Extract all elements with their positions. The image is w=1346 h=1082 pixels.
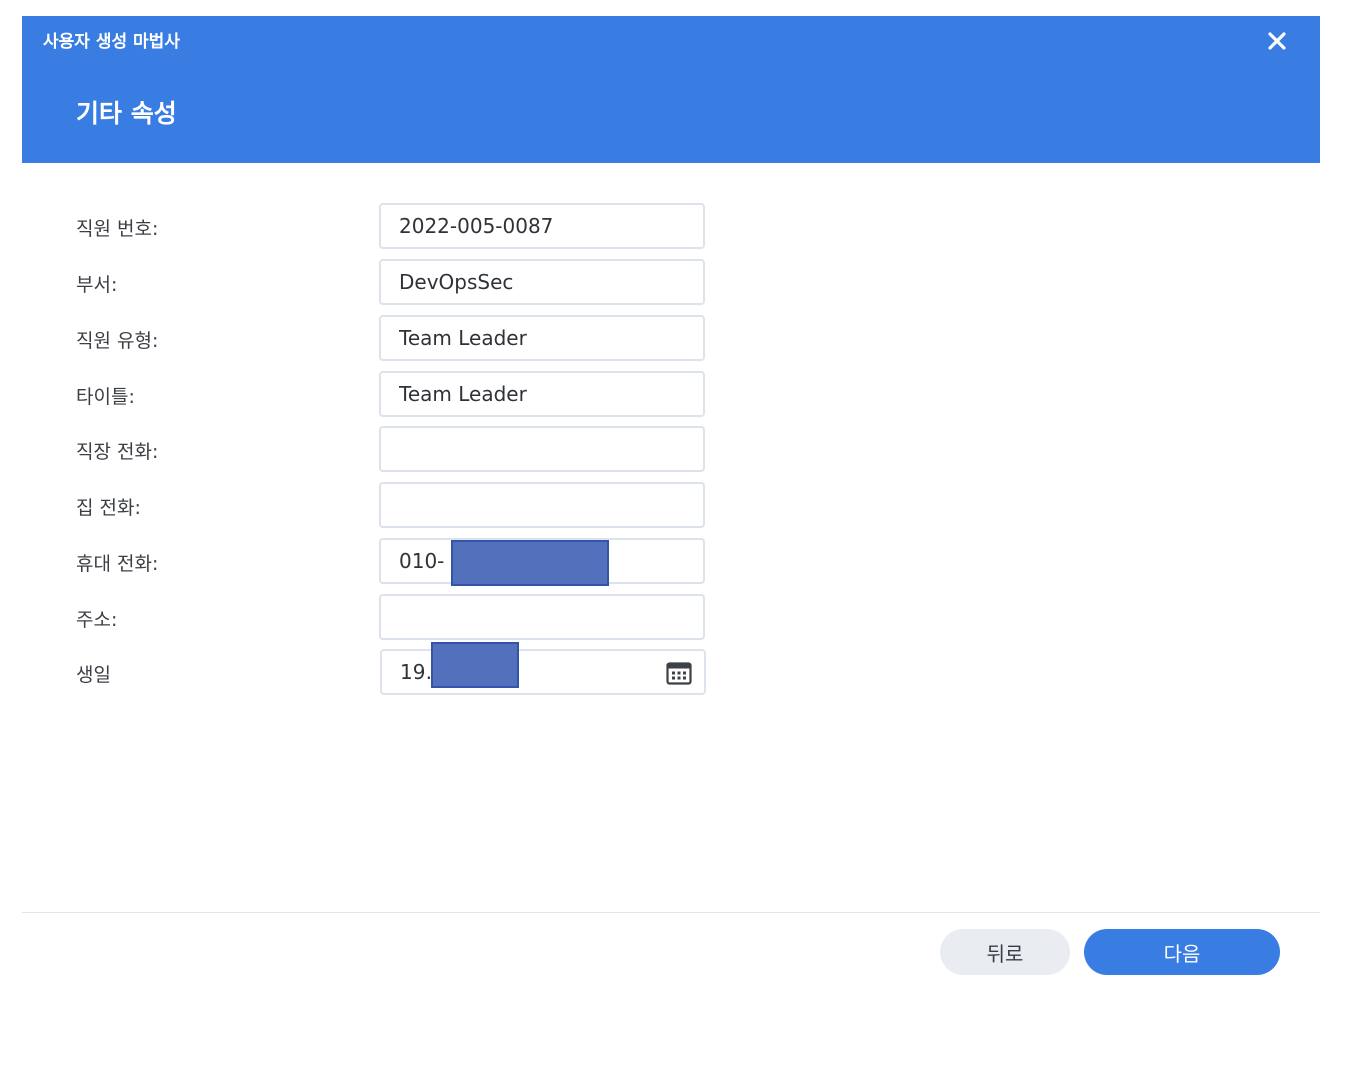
mobile-phone-row: 휴대 전화: bbox=[22, 538, 822, 584]
close-icon bbox=[1268, 32, 1286, 50]
title-input[interactable] bbox=[381, 373, 689, 415]
step-title: 기타 속성 bbox=[76, 99, 177, 128]
calendar-icon[interactable] bbox=[666, 661, 692, 685]
next-button[interactable]: 다음 bbox=[1084, 929, 1280, 975]
employee-type-label: 직원 유형: bbox=[76, 330, 159, 352]
redaction-box bbox=[431, 642, 519, 688]
close-button[interactable] bbox=[1262, 26, 1292, 56]
employee-type-field bbox=[379, 315, 705, 361]
department-row: 부서: bbox=[22, 259, 822, 305]
footer-divider bbox=[22, 912, 1320, 913]
work-phone-input[interactable] bbox=[381, 428, 689, 470]
mobile-phone-label: 휴대 전화: bbox=[76, 553, 159, 575]
redaction-box bbox=[451, 540, 609, 586]
home-phone-row: 집 전화: bbox=[22, 482, 822, 528]
work-phone-label: 직장 전화: bbox=[76, 441, 159, 463]
home-phone-field bbox=[379, 482, 705, 528]
title-row: 타이틀: bbox=[22, 371, 822, 417]
employee-type-row: 직원 유형: bbox=[22, 315, 822, 361]
home-phone-label: 집 전화: bbox=[76, 497, 141, 519]
address-input[interactable] bbox=[381, 596, 689, 638]
employee-number-field bbox=[379, 203, 705, 249]
department-input[interactable] bbox=[381, 261, 689, 303]
back-button[interactable]: 뒤로 bbox=[940, 929, 1070, 975]
employee-number-label: 직원 번호: bbox=[76, 218, 159, 240]
address-field bbox=[379, 594, 705, 640]
wizard-title: 사용자 생성 마법사 bbox=[43, 32, 180, 52]
address-label: 주소: bbox=[76, 609, 118, 631]
dialog-header: 사용자 생성 마법사 기타 속성 bbox=[22, 16, 1320, 163]
user-creation-wizard-dialog: 사용자 생성 마법사 기타 속성 직원 번호: 부서: 직원 유형: 타이틀: bbox=[22, 16, 1320, 1082]
employee-number-row: 직원 번호: bbox=[22, 203, 822, 249]
birthday-input[interactable] bbox=[382, 651, 660, 693]
department-label: 부서: bbox=[76, 274, 118, 296]
address-row: 주소: bbox=[22, 594, 822, 640]
department-field bbox=[379, 259, 705, 305]
title-label: 타이틀: bbox=[76, 386, 135, 408]
work-phone-field bbox=[379, 426, 705, 472]
work-phone-row: 직장 전화: bbox=[22, 426, 822, 472]
birthday-field bbox=[380, 649, 706, 695]
birthday-row: 생일 bbox=[22, 649, 822, 695]
home-phone-input[interactable] bbox=[381, 484, 689, 526]
employee-type-input[interactable] bbox=[381, 317, 689, 359]
birthday-label: 생일 bbox=[76, 664, 111, 686]
employee-number-input[interactable] bbox=[381, 205, 689, 247]
title-field bbox=[379, 371, 705, 417]
